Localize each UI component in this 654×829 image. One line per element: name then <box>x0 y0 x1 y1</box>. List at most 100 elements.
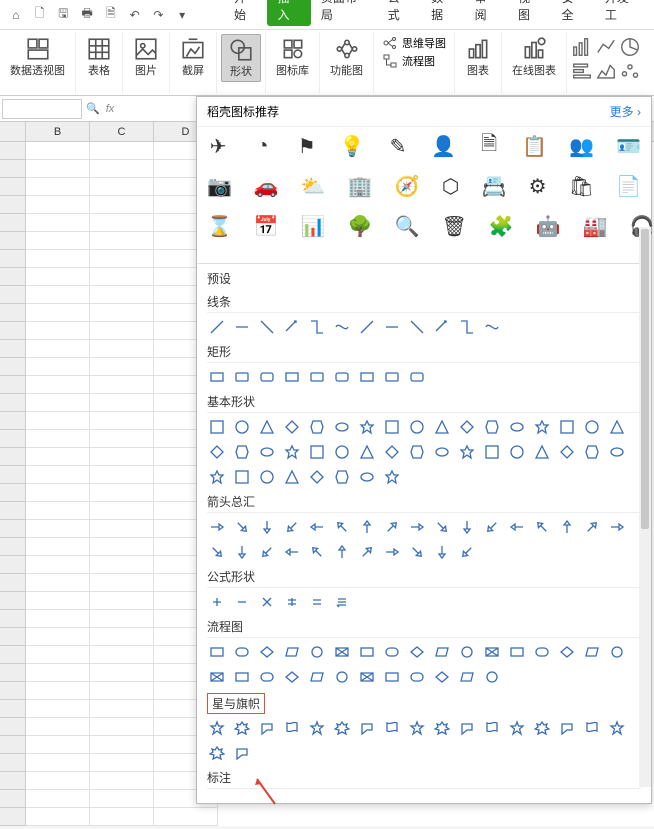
rec-car-icon[interactable]: 🚗 <box>254 173 279 199</box>
ribbon-flowchart-button[interactable]: 流程图 <box>378 52 450 70</box>
shape-arrows-17[interactable] <box>207 542 227 562</box>
tab-review[interactable]: 审阅 <box>465 0 508 29</box>
shape-arrows-26[interactable] <box>432 542 452 562</box>
shape-stars-1[interactable] <box>232 718 252 738</box>
shape-arrows-24[interactable] <box>382 542 402 562</box>
shape-stars-6[interactable] <box>357 718 377 738</box>
shape-arrows-16[interactable] <box>607 517 627 537</box>
shape-lines-0[interactable] <box>207 317 227 337</box>
rec-hourglass-icon[interactable]: ⌛ <box>207 213 232 239</box>
tab-insert[interactable]: 插入 <box>267 0 310 26</box>
shape-arrows-27[interactable] <box>457 542 477 562</box>
shape-flowchart-8[interactable] <box>407 642 427 662</box>
ribbon-table-button[interactable]: 表格 <box>80 34 118 80</box>
shape-flowchart-25[interactable] <box>407 667 427 687</box>
shape-flowchart-4[interactable] <box>307 642 327 662</box>
rec-compass-icon[interactable]: 🧭 <box>395 173 420 199</box>
chart-small-icon-3[interactable] <box>619 36 641 58</box>
shape-basic-41[interactable] <box>382 467 402 487</box>
shape-basic-17[interactable] <box>207 442 227 462</box>
rec-flag-icon[interactable]: ⚑ <box>296 133 318 159</box>
shape-equation-4[interactable] <box>307 592 327 612</box>
ribbon-screenshot-button[interactable]: 截屏 <box>174 34 212 80</box>
shape-flowchart-28[interactable] <box>482 667 502 687</box>
rec-tree-icon[interactable]: 🌳 <box>348 213 373 239</box>
rec-airplane-icon[interactable]: ✈ <box>207 133 229 159</box>
col-header-b[interactable]: B <box>26 122 90 141</box>
shape-basic-20[interactable] <box>282 442 302 462</box>
rec-robot-icon[interactable]: 🤖 <box>536 213 561 239</box>
shape-flowchart-13[interactable] <box>532 642 552 662</box>
rec-pie-chart-icon[interactable]: ◔ <box>251 133 273 159</box>
shape-rects-1[interactable] <box>232 367 252 387</box>
rec-people-icon[interactable]: 👥 <box>569 133 594 159</box>
shape-lines-4[interactable] <box>307 317 327 337</box>
shape-basic-32[interactable] <box>582 442 602 462</box>
shape-basic-28[interactable] <box>482 442 502 462</box>
rec-pen-icon[interactable]: ✎ <box>387 133 409 159</box>
shape-arrows-1[interactable] <box>232 517 252 537</box>
shape-flowchart-20[interactable] <box>282 667 302 687</box>
shape-flowchart-6[interactable] <box>357 642 377 662</box>
shape-basic-22[interactable] <box>332 442 352 462</box>
shape-flowchart-10[interactable] <box>457 642 477 662</box>
tab-view[interactable]: 视图 <box>508 0 551 29</box>
shape-basic-9[interactable] <box>432 417 452 437</box>
shape-flowchart-23[interactable] <box>357 667 377 687</box>
rec-hexagon-icon[interactable]: ⬡ <box>442 173 460 199</box>
shape-arrows-20[interactable] <box>282 542 302 562</box>
shape-arrows-7[interactable] <box>382 517 402 537</box>
ribbon-shapes-button[interactable]: 形状 <box>221 34 261 82</box>
shape-basic-30[interactable] <box>532 442 552 462</box>
shape-basic-21[interactable] <box>307 442 327 462</box>
tab-data[interactable]: 数据 <box>421 0 464 29</box>
panel-more-link[interactable]: 更多 › <box>610 103 641 120</box>
shape-basic-2[interactable] <box>257 417 277 437</box>
shape-equation-1[interactable] <box>232 592 252 612</box>
shape-arrows-13[interactable] <box>532 517 552 537</box>
shape-arrows-8[interactable] <box>407 517 427 537</box>
shape-flowchart-7[interactable] <box>382 642 402 662</box>
shape-basic-39[interactable] <box>332 467 352 487</box>
shape-equation-2[interactable] <box>257 592 277 612</box>
shape-flowchart-11[interactable] <box>482 642 502 662</box>
chart-small-icon-4[interactable] <box>571 60 593 82</box>
shape-flowchart-9[interactable] <box>432 642 452 662</box>
shape-rects-4[interactable] <box>307 367 327 387</box>
name-box[interactable] <box>2 99 82 119</box>
shape-equation-0[interactable] <box>207 592 227 612</box>
shape-basic-6[interactable] <box>357 417 377 437</box>
shape-equation-5[interactable] <box>332 592 352 612</box>
shape-stars-17[interactable] <box>207 743 227 763</box>
rec-clipboard-icon[interactable]: 📋 <box>522 133 547 159</box>
qat-open-icon[interactable]: 🗋 <box>31 6 49 24</box>
ribbon-mindmap-button[interactable]: 思维导图 <box>378 34 450 52</box>
shape-stars-14[interactable] <box>557 718 577 738</box>
fx-icon[interactable]: fx <box>106 103 115 115</box>
shape-flowchart-17[interactable] <box>207 667 227 687</box>
shape-equation-3[interactable] <box>282 592 302 612</box>
shape-basic-14[interactable] <box>557 417 577 437</box>
shape-arrows-19[interactable] <box>257 542 277 562</box>
rec-contact-icon[interactable]: 📇 <box>482 173 507 199</box>
ribbon-onlinechart-button[interactable]: 在线图表 <box>506 34 562 80</box>
rec-cloud-sun-icon[interactable]: ⛅ <box>301 173 326 199</box>
shape-lines-5[interactable] <box>332 317 352 337</box>
shape-arrows-6[interactable] <box>357 517 377 537</box>
shape-stars-15[interactable] <box>582 718 602 738</box>
rec-presentation-icon[interactable]: 📊 <box>301 213 326 239</box>
col-header-c[interactable]: C <box>90 122 154 141</box>
shape-rects-8[interactable] <box>407 367 427 387</box>
shape-flowchart-21[interactable] <box>307 667 327 687</box>
shape-basic-3[interactable] <box>282 417 302 437</box>
qat-save-icon[interactable]: 🖫 <box>55 6 73 24</box>
tab-start[interactable]: 开始 <box>224 0 267 29</box>
rec-lightbulb-icon[interactable]: 💡 <box>340 133 365 159</box>
shape-stars-8[interactable] <box>407 718 427 738</box>
shape-lines-3[interactable] <box>282 317 302 337</box>
shape-arrows-15[interactable] <box>582 517 602 537</box>
rec-factory-icon[interactable]: 🏭 <box>583 213 608 239</box>
chart-small-icon-2[interactable] <box>595 36 617 58</box>
shape-rects-6[interactable] <box>357 367 377 387</box>
rec-search-doc-icon[interactable]: 🔍 <box>395 213 420 239</box>
